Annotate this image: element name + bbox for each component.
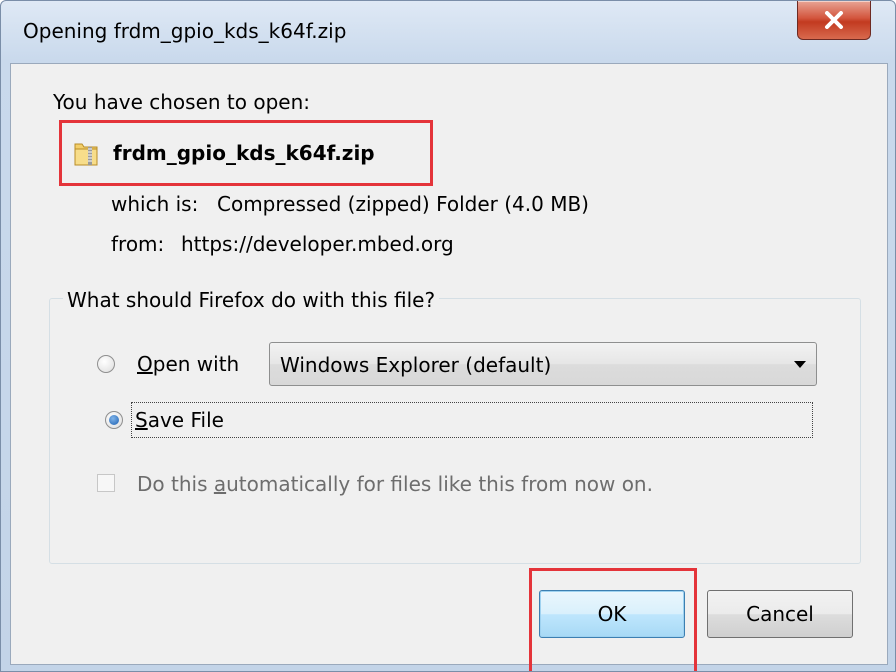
save-file-label[interactable]: Save File <box>135 408 224 432</box>
open-with-app-select[interactable]: Windows Explorer (default) <box>269 342 817 386</box>
action-group-legend: What should Firefox do with this file? <box>63 288 440 312</box>
auto-access-key: a <box>213 472 227 496</box>
open-with-access-key: O <box>137 352 153 376</box>
ok-button-highlight <box>529 568 697 671</box>
open-with-label-rest: pen with <box>152 352 240 376</box>
save-file-label-rest: ave File <box>147 408 224 432</box>
dialog-title: Opening frdm_gpio_kds_k64f.zip <box>23 19 347 43</box>
file-source-value: https://developer.mbed.org <box>181 232 454 256</box>
save-file-access-key: S <box>135 408 148 432</box>
close-button[interactable] <box>797 1 871 40</box>
intro-text: You have chosen to open: <box>53 90 311 114</box>
open-with-app-value: Windows Explorer (default) <box>280 353 552 377</box>
save-file-focus-rect <box>131 402 813 438</box>
file-type-label: which is: <box>111 192 199 216</box>
auto-label-after: utomatically for files like this from no… <box>226 472 653 496</box>
cancel-button[interactable]: Cancel <box>707 590 853 638</box>
open-with-radio[interactable] <box>97 355 115 373</box>
auto-action-checkbox[interactable] <box>97 474 115 492</box>
title-bar[interactable]: Opening frdm_gpio_kds_k64f.zip <box>1 1 895 63</box>
file-type-value: Compressed (zipped) Folder (4.0 MB) <box>217 192 589 216</box>
open-with-label[interactable]: Open with <box>137 352 239 376</box>
save-file-radio[interactable] <box>105 411 123 429</box>
file-name-highlight <box>59 120 433 186</box>
dialog-content: You have chosen to open: frdm_gpio_kds_k… <box>10 63 888 671</box>
file-source-label: from: <box>111 232 165 256</box>
radio-selected-dot <box>109 415 119 425</box>
close-icon <box>825 11 843 29</box>
download-dialog: Opening frdm_gpio_kds_k64f.zip You have … <box>0 0 896 672</box>
auto-label-before: Do this <box>137 472 214 496</box>
auto-action-label: Do this automatically for files like thi… <box>137 472 653 496</box>
chevron-down-icon <box>794 361 806 368</box>
